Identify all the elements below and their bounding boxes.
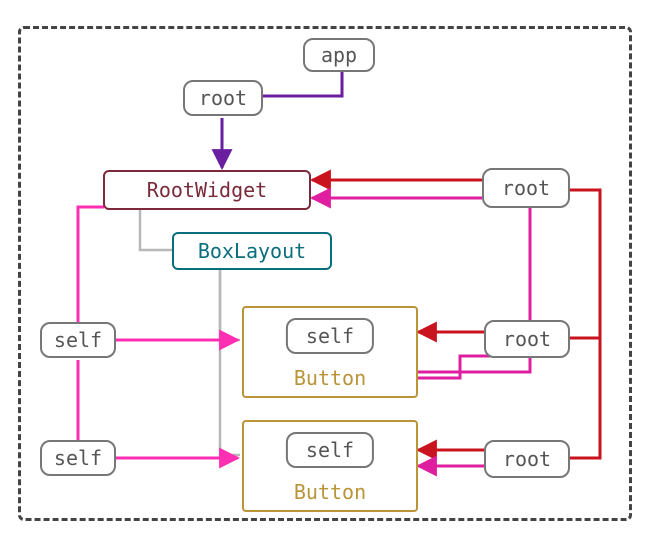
node-boxlayout: BoxLayout	[172, 232, 332, 270]
button1-label: Button	[294, 366, 366, 390]
button2-label: Button	[294, 480, 366, 504]
diagram-canvas: app root RootWidget BoxLayout root root …	[0, 0, 650, 543]
node-root-right-mid: root	[484, 320, 570, 358]
node-root-top: root	[183, 80, 263, 116]
group-button-2: self Button	[242, 420, 418, 512]
node-app: app	[303, 38, 375, 72]
button1-self: self	[286, 318, 374, 354]
node-rootwidget: RootWidget	[103, 170, 311, 210]
group-button-1: self Button	[242, 306, 418, 398]
node-self-left-1: self	[40, 322, 116, 358]
node-self-left-2: self	[40, 440, 116, 476]
button2-self: self	[286, 432, 374, 468]
node-root-right-bot: root	[484, 440, 570, 478]
node-root-right-top: root	[482, 168, 570, 208]
